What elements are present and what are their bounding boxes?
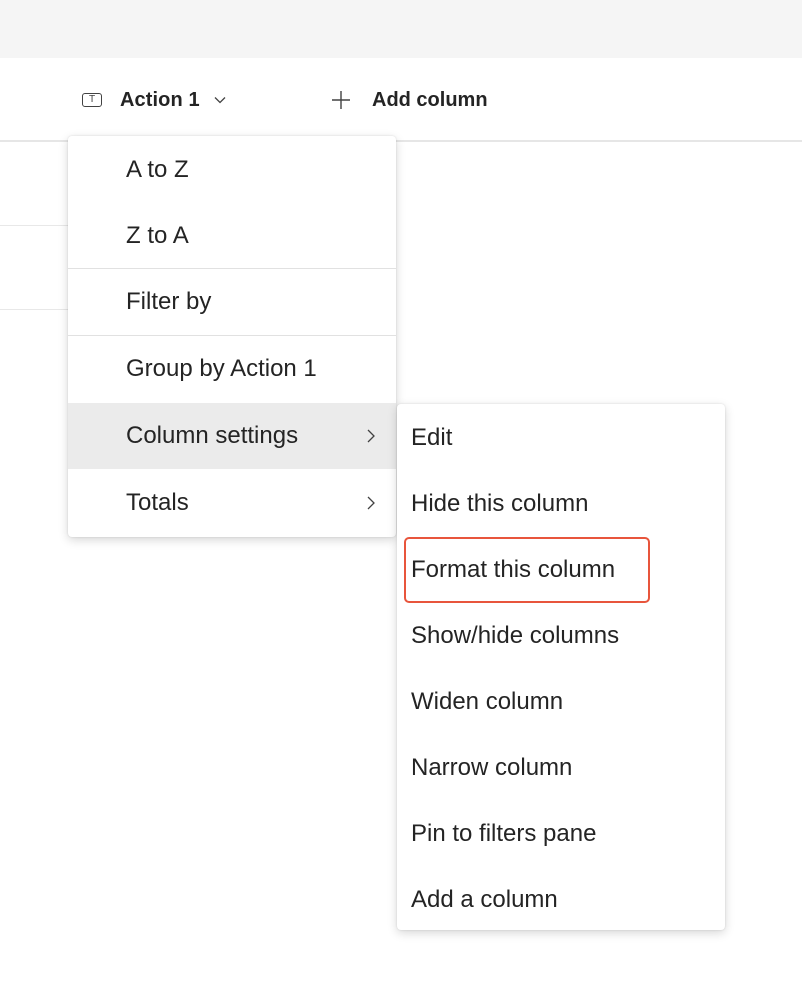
menu-item-sort-a-to-z[interactable]: A to Z: [68, 137, 396, 203]
column-context-menu: A to Z Z to A Filter by Group by Action …: [68, 136, 396, 537]
submenu-item-hide-column[interactable]: Hide this column: [397, 471, 725, 537]
add-column-button[interactable]: Add column: [330, 87, 488, 113]
column-title: Action 1: [120, 88, 200, 111]
menu-item-label: Format this column: [411, 556, 616, 583]
menu-item-label: Edit: [411, 424, 453, 451]
plus-icon: [332, 91, 350, 109]
list-header-row: T Action 1 Add column: [0, 58, 802, 142]
menu-item-label: Totals: [126, 489, 189, 516]
row-divider: [0, 309, 68, 310]
menu-item-label: Filter by: [126, 288, 212, 315]
column-header-action-1[interactable]: T Action 1: [82, 89, 226, 111]
submenu-item-narrow-column[interactable]: Narrow column: [397, 735, 725, 801]
chevron-right-icon: [367, 496, 375, 510]
menu-item-label: Add a column: [411, 886, 558, 913]
text-field-icon: T: [82, 93, 102, 107]
add-column-label: Add column: [372, 88, 488, 111]
submenu-item-format-column[interactable]: Format this column: [397, 537, 725, 603]
menu-item-label: A to Z: [126, 156, 189, 183]
submenu-item-show-hide-columns[interactable]: Show/hide columns: [397, 603, 725, 669]
chevron-down-icon: [214, 97, 226, 104]
menu-item-label: Hide this column: [411, 490, 589, 517]
menu-item-label: Narrow column: [411, 754, 573, 781]
menu-item-column-settings[interactable]: Column settings: [68, 403, 396, 469]
row-divider: [0, 225, 68, 226]
menu-item-group-by[interactable]: Group by Action 1: [68, 336, 396, 402]
menu-item-label: Z to A: [126, 222, 189, 249]
submenu-item-widen-column[interactable]: Widen column: [397, 669, 725, 735]
menu-item-label: Column settings: [126, 422, 299, 449]
top-toolbar-area: [0, 0, 802, 58]
menu-item-label: Show/hide columns: [411, 622, 620, 649]
menu-item-label: Group by Action 1: [126, 355, 317, 382]
menu-item-filter-by[interactable]: Filter by: [68, 269, 396, 335]
submenu-item-pin-to-filters[interactable]: Pin to filters pane: [397, 801, 725, 867]
column-settings-submenu: Edit Hide this column Format this column…: [397, 404, 725, 930]
chevron-right-icon: [367, 429, 375, 443]
menu-item-label: Pin to filters pane: [411, 820, 597, 847]
menu-item-totals[interactable]: Totals: [68, 470, 396, 536]
menu-item-sort-z-to-a[interactable]: Z to A: [68, 203, 396, 269]
submenu-item-add-column[interactable]: Add a column: [397, 867, 725, 933]
menu-item-label: Widen column: [411, 688, 564, 715]
submenu-item-edit[interactable]: Edit: [397, 405, 725, 471]
